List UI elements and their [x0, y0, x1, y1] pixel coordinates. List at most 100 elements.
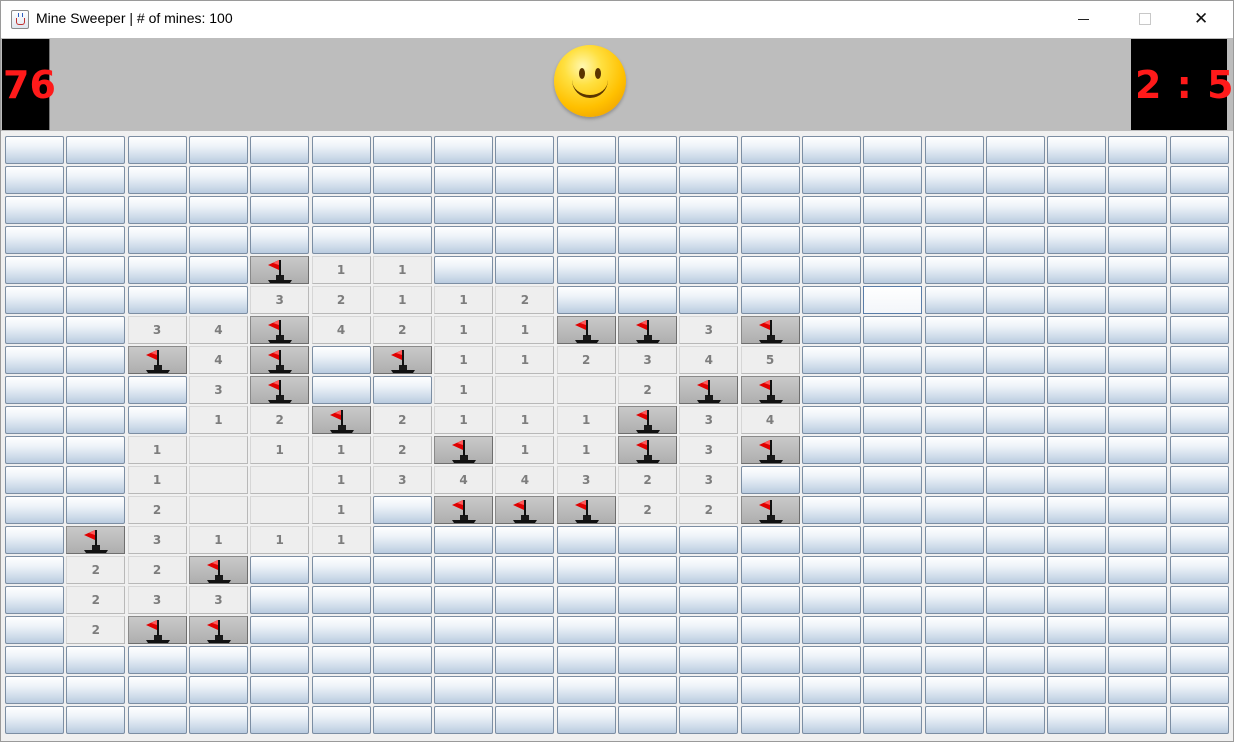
hidden-cell[interactable] [985, 346, 1045, 374]
hidden-cell[interactable] [863, 466, 923, 494]
flagged-cell[interactable] [740, 316, 800, 344]
hidden-cell[interactable] [801, 466, 861, 494]
hidden-cell[interactable] [434, 706, 494, 734]
hidden-cell[interactable] [1108, 556, 1168, 584]
hidden-cell[interactable] [250, 196, 310, 224]
hidden-cell[interactable] [5, 556, 64, 584]
hidden-cell[interactable] [679, 526, 739, 554]
hidden-cell[interactable] [1047, 286, 1107, 314]
hidden-cell[interactable] [1108, 406, 1168, 434]
hidden-cell[interactable] [495, 256, 555, 284]
smiley-face-button[interactable] [554, 45, 626, 117]
hidden-cell[interactable] [1108, 136, 1168, 164]
hidden-cell[interactable] [66, 436, 126, 464]
hidden-cell[interactable] [311, 676, 371, 704]
hidden-cell[interactable] [250, 586, 310, 614]
hidden-cell[interactable] [372, 586, 432, 614]
flagged-cell[interactable] [127, 346, 187, 374]
hidden-cell[interactable] [188, 196, 248, 224]
hidden-cell[interactable] [863, 496, 923, 524]
hidden-cell[interactable] [924, 676, 984, 704]
hidden-cell[interactable] [66, 496, 126, 524]
hidden-cell[interactable] [1047, 496, 1107, 524]
hidden-cell[interactable] [1108, 466, 1168, 494]
hidden-cell[interactable] [679, 556, 739, 584]
hidden-cell[interactable] [1047, 376, 1107, 404]
hidden-cell[interactable] [1108, 436, 1168, 464]
hidden-cell[interactable] [618, 136, 677, 164]
hidden-cell[interactable] [188, 256, 248, 284]
hidden-cell[interactable] [1108, 616, 1168, 644]
hidden-cell[interactable] [5, 346, 64, 374]
hidden-cell[interactable] [1169, 586, 1229, 614]
hidden-cell[interactable] [372, 136, 432, 164]
hidden-cell[interactable] [801, 316, 861, 344]
hidden-cell[interactable] [495, 586, 555, 614]
hidden-cell[interactable] [5, 196, 64, 224]
hidden-cell[interactable] [5, 256, 64, 284]
hidden-cell[interactable] [434, 616, 494, 644]
hidden-cell[interactable] [250, 226, 310, 254]
hidden-cell[interactable] [740, 556, 800, 584]
hidden-cell[interactable] [801, 646, 861, 674]
hidden-cell[interactable] [924, 136, 984, 164]
hidden-cell[interactable] [66, 676, 126, 704]
hidden-cell[interactable] [250, 616, 310, 644]
hidden-cell[interactable] [1169, 256, 1229, 284]
hidden-cell[interactable] [5, 496, 64, 524]
hidden-cell[interactable] [924, 196, 984, 224]
hidden-cell[interactable] [679, 616, 739, 644]
hidden-cell[interactable] [556, 616, 616, 644]
hidden-cell[interactable] [495, 526, 555, 554]
hidden-cell[interactable] [863, 346, 923, 374]
hidden-cell[interactable] [801, 256, 861, 284]
hidden-cell[interactable] [985, 376, 1045, 404]
hidden-cell[interactable] [801, 706, 861, 734]
hidden-cell[interactable] [127, 196, 187, 224]
hidden-cell[interactable] [1047, 706, 1107, 734]
hidden-cell[interactable] [127, 166, 187, 194]
hidden-cell[interactable] [618, 196, 677, 224]
hidden-cell[interactable] [372, 376, 432, 404]
hidden-cell[interactable] [556, 196, 616, 224]
hidden-cell[interactable] [863, 406, 923, 434]
hidden-cell[interactable] [1169, 166, 1229, 194]
hidden-cell[interactable] [66, 406, 126, 434]
hidden-cell[interactable] [5, 706, 64, 734]
hidden-cell[interactable] [863, 166, 923, 194]
hidden-cell[interactable] [924, 496, 984, 524]
hidden-cell[interactable] [1169, 286, 1229, 314]
hidden-cell[interactable] [801, 406, 861, 434]
hidden-cell[interactable] [740, 136, 800, 164]
close-icon[interactable]: ✕ [1194, 9, 1208, 29]
hidden-cell[interactable] [801, 496, 861, 524]
hidden-cell[interactable] [495, 646, 555, 674]
hidden-cell[interactable] [801, 436, 861, 464]
hidden-cell[interactable] [66, 646, 126, 674]
flagged-cell[interactable] [311, 406, 371, 434]
hidden-cell[interactable] [985, 286, 1045, 314]
flagged-cell[interactable] [250, 376, 310, 404]
hidden-cell[interactable] [66, 226, 126, 254]
minimize-icon[interactable] [1078, 19, 1089, 20]
hidden-cell[interactable] [1047, 466, 1107, 494]
hidden-cell[interactable] [250, 166, 310, 194]
hidden-cell[interactable] [1108, 646, 1168, 674]
hidden-cell[interactable] [1047, 346, 1107, 374]
hidden-cell[interactable] [863, 256, 923, 284]
hidden-cell[interactable] [1169, 376, 1229, 404]
hidden-cell[interactable] [679, 256, 739, 284]
hidden-cell[interactable] [863, 556, 923, 584]
hidden-cell[interactable] [188, 286, 248, 314]
flagged-cell[interactable] [618, 406, 677, 434]
hidden-cell[interactable] [618, 166, 677, 194]
hidden-cell[interactable] [434, 136, 494, 164]
hidden-cell[interactable] [250, 136, 310, 164]
hidden-cell[interactable] [801, 136, 861, 164]
hidden-cell[interactable] [372, 496, 432, 524]
hidden-cell[interactable] [863, 376, 923, 404]
hidden-cell[interactable] [311, 376, 371, 404]
flagged-cell[interactable] [495, 496, 555, 524]
hidden-cell[interactable] [5, 646, 64, 674]
flagged-cell[interactable] [188, 556, 248, 584]
